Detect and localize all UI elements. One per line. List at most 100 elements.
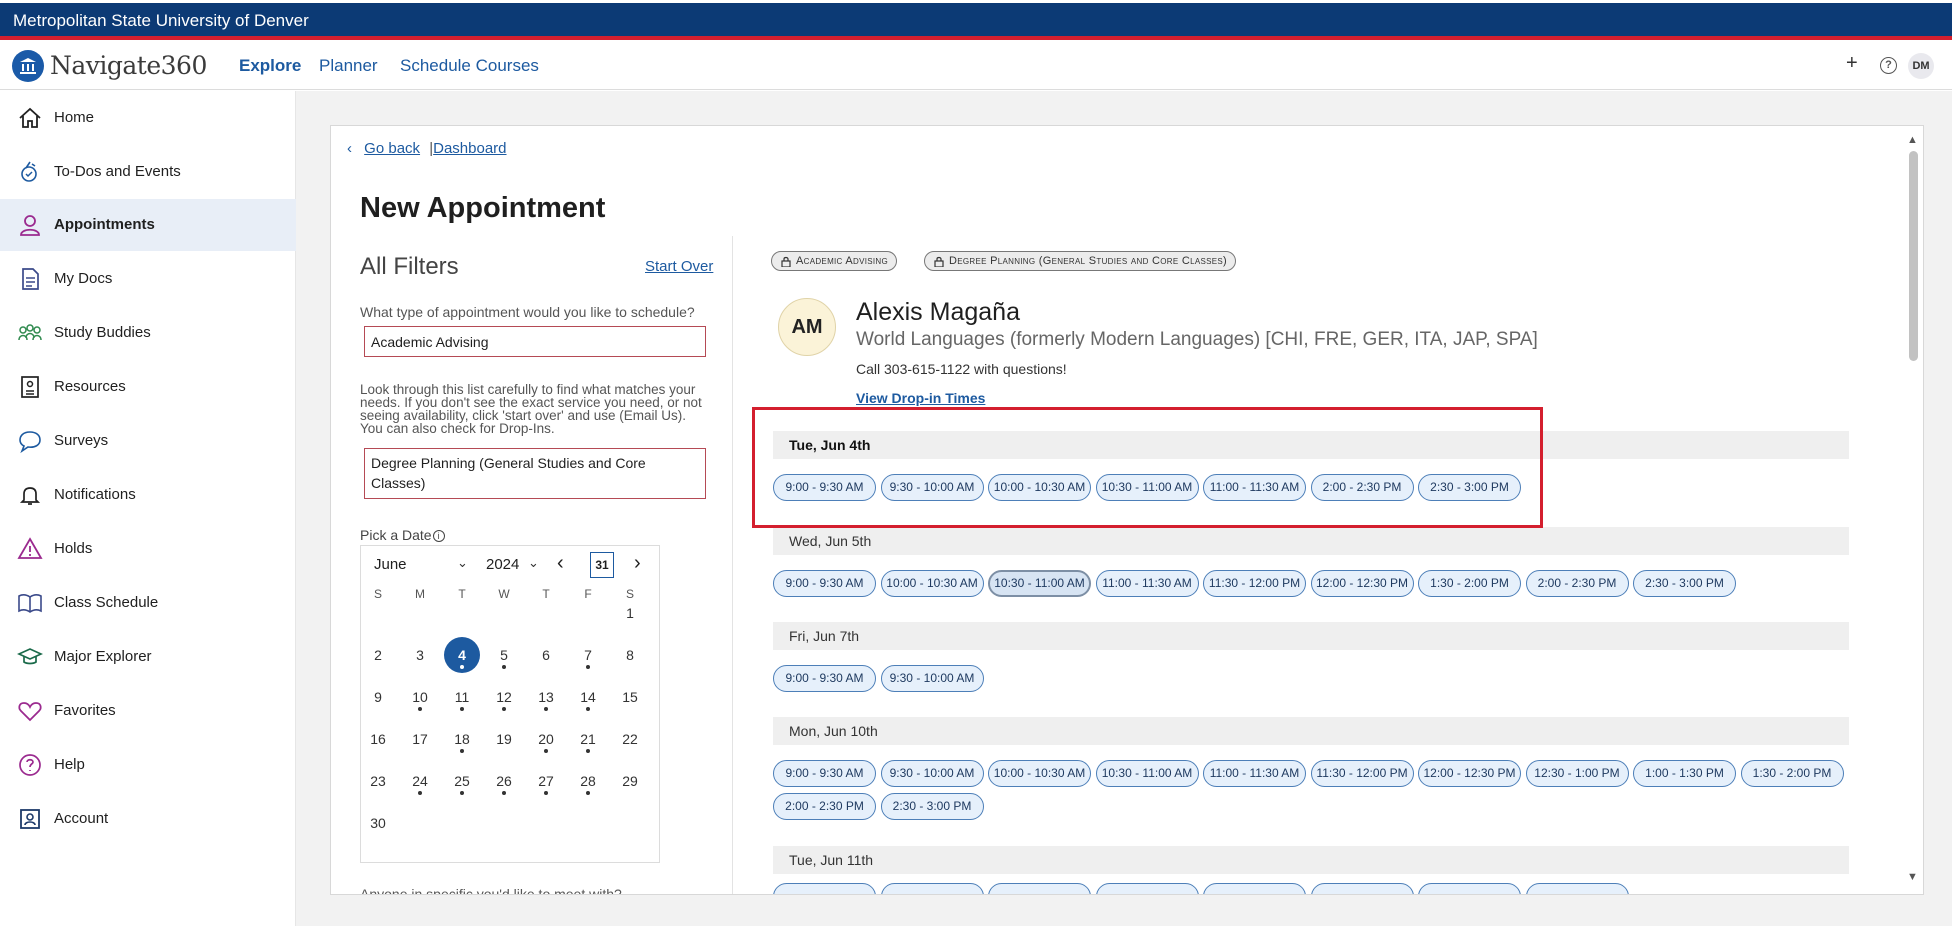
- dashboard-link[interactable]: Dashboard: [433, 140, 506, 157]
- calendar-day[interactable]: 20: [528, 721, 564, 757]
- time-slot-button[interactable]: 11:30 - 12:00 PM: [1203, 570, 1306, 597]
- time-slot-button[interactable]: 2:30 - 3:00 PM: [1633, 570, 1736, 597]
- time-slot-button[interactable]: 1:30 - 2:00 PM: [1740, 760, 1844, 787]
- time-slot-button[interactable]: 12:00 - 12:30 PM: [1418, 760, 1521, 787]
- chevron-down-icon[interactable]: ⌄: [457, 555, 468, 571]
- scroll-down-icon[interactable]: ▼: [1907, 871, 1918, 883]
- calendar-day[interactable]: 11: [444, 679, 480, 715]
- nav-explore[interactable]: Explore: [239, 56, 301, 76]
- calendar-day[interactable]: 5: [486, 637, 522, 673]
- sidebar-item-notifications[interactable]: Notifications: [0, 469, 296, 521]
- calendar-day[interactable]: 7: [570, 637, 606, 673]
- calendar-day[interactable]: 1: [612, 595, 648, 631]
- calendar-day[interactable]: 8: [612, 637, 648, 673]
- calendar-day[interactable]: 12: [486, 679, 522, 715]
- sidebar-item-my-docs[interactable]: My Docs: [0, 253, 296, 305]
- time-slot-button[interactable]: 9:00 - 9:30 AM: [773, 570, 876, 597]
- calendar-day[interactable]: 17: [402, 721, 438, 757]
- calendar-day[interactable]: 2: [360, 637, 396, 673]
- scroll-up-icon[interactable]: ▲: [1907, 134, 1918, 146]
- calendar-day[interactable]: 3: [402, 637, 438, 673]
- calendar-day[interactable]: 22: [612, 721, 648, 757]
- calendar-day[interactable]: 26: [486, 763, 522, 799]
- navigate-logo-icon[interactable]: [12, 50, 44, 82]
- time-slot-button[interactable]: 11:30 - 12:00 PM: [1310, 760, 1414, 787]
- time-slot-button[interactable]: 12:30 - 1:00 PM: [1525, 760, 1629, 787]
- time-slot-button[interactable]: 2:00 - 2:30 PM: [773, 793, 876, 820]
- time-slot-button[interactable]: 9:30 - 10:00 AM: [880, 760, 984, 787]
- next-month-icon[interactable]: ›: [634, 552, 641, 575]
- sidebar-item-favorites[interactable]: Favorites: [0, 685, 296, 737]
- time-slot-button[interactable]: [1525, 883, 1629, 894]
- calendar-day[interactable]: 16: [360, 721, 396, 757]
- month-select[interactable]: June: [374, 556, 407, 573]
- time-slot-button[interactable]: 1:30 - 2:00 PM: [1418, 570, 1521, 597]
- sidebar-item-appointments[interactable]: Appointments: [0, 199, 296, 251]
- time-slot-button[interactable]: 10:30 - 11:00 AM: [1095, 760, 1199, 787]
- sidebar-item-todos[interactable]: To-Dos and Events: [0, 146, 296, 198]
- info-icon[interactable]: i: [432, 530, 445, 543]
- calendar-day[interactable]: 28: [570, 763, 606, 799]
- start-over-link[interactable]: Start Over: [645, 258, 713, 275]
- user-avatar[interactable]: DM: [1908, 53, 1934, 79]
- calendar-day[interactable]: 15: [612, 679, 648, 715]
- appointment-type-select[interactable]: Academic Advising: [364, 326, 706, 357]
- time-slot-button[interactable]: [988, 883, 1091, 894]
- chevron-down-icon[interactable]: ⌄: [528, 555, 539, 571]
- sidebar-item-home[interactable]: Home: [0, 92, 296, 144]
- app-logo-text[interactable]: Navigate360: [50, 51, 207, 80]
- sidebar-item-class-schedule[interactable]: Class Schedule: [0, 577, 296, 629]
- add-icon[interactable]: +: [1846, 52, 1858, 75]
- sidebar-item-surveys[interactable]: Surveys: [0, 415, 296, 467]
- calendar-day[interactable]: 13: [528, 679, 564, 715]
- time-slot-button[interactable]: [773, 883, 876, 894]
- sidebar-item-study-buddies[interactable]: Study Buddies: [0, 307, 296, 359]
- service-select[interactable]: Degree Planning (General Studies and Cor…: [364, 448, 706, 499]
- time-slot-button[interactable]: [1310, 883, 1414, 894]
- view-drop-in-link[interactable]: View Drop-in Times: [856, 390, 985, 406]
- sidebar-item-account[interactable]: Account: [0, 793, 296, 845]
- sidebar-item-major-explorer[interactable]: Major Explorer: [0, 631, 296, 683]
- time-slot-button[interactable]: 10:00 - 10:30 AM: [988, 760, 1091, 787]
- time-slot-button[interactable]: 9:00 - 9:30 AM: [773, 665, 876, 692]
- calendar-day[interactable]: 4: [444, 637, 480, 673]
- calendar-day[interactable]: 18: [444, 721, 480, 757]
- scrollbar[interactable]: ▲ ▼: [1903, 126, 1923, 894]
- time-slot-button[interactable]: 10:00 - 10:30 AM: [880, 570, 984, 597]
- today-calendar-icon[interactable]: 31: [590, 552, 614, 578]
- time-slot-button[interactable]: 12:00 - 12:30 PM: [1310, 570, 1414, 597]
- calendar-day[interactable]: 29: [612, 763, 648, 799]
- scroll-thumb[interactable]: [1909, 151, 1918, 361]
- calendar-day[interactable]: 14: [570, 679, 606, 715]
- time-slot-button[interactable]: 1:00 - 1:30 PM: [1633, 760, 1736, 787]
- calendar-day[interactable]: 23: [360, 763, 396, 799]
- time-slot-button[interactable]: 10:30 - 11:00 AM: [988, 570, 1091, 597]
- calendar-day[interactable]: 25: [444, 763, 480, 799]
- sidebar-item-help[interactable]: Help: [0, 739, 296, 791]
- time-slot-button[interactable]: [880, 883, 984, 894]
- time-slot-button[interactable]: 2:00 - 2:30 PM: [1525, 570, 1629, 597]
- calendar-day[interactable]: 21: [570, 721, 606, 757]
- calendar-day[interactable]: 24: [402, 763, 438, 799]
- nav-schedule-courses[interactable]: Schedule Courses: [400, 56, 539, 76]
- sidebar-item-holds[interactable]: Holds: [0, 523, 296, 575]
- calendar-day[interactable]: 9: [360, 679, 396, 715]
- time-slot-button[interactable]: [1203, 883, 1306, 894]
- nav-planner[interactable]: Planner: [319, 56, 378, 76]
- time-slot-button[interactable]: [1095, 883, 1199, 894]
- calendar-day[interactable]: 19: [486, 721, 522, 757]
- calendar-day[interactable]: 30: [360, 805, 396, 841]
- calendar-day[interactable]: 27: [528, 763, 564, 799]
- go-back-link[interactable]: Go back: [364, 140, 420, 157]
- time-slot-button[interactable]: 9:00 - 9:30 AM: [773, 760, 876, 787]
- time-slot-button[interactable]: 9:30 - 10:00 AM: [880, 665, 984, 692]
- time-slot-button[interactable]: 11:00 - 11:30 AM: [1095, 570, 1199, 597]
- help-icon[interactable]: ?: [1880, 57, 1897, 74]
- calendar-day[interactable]: 6: [528, 637, 564, 673]
- prev-month-icon[interactable]: ‹: [557, 552, 564, 575]
- time-slot-button[interactable]: 11:00 - 11:30 AM: [1203, 760, 1306, 787]
- time-slot-button[interactable]: 2:30 - 3:00 PM: [880, 793, 984, 820]
- time-slot-button[interactable]: [1418, 883, 1521, 894]
- sidebar-item-resources[interactable]: Resources: [0, 361, 296, 413]
- year-select[interactable]: 2024: [486, 556, 519, 573]
